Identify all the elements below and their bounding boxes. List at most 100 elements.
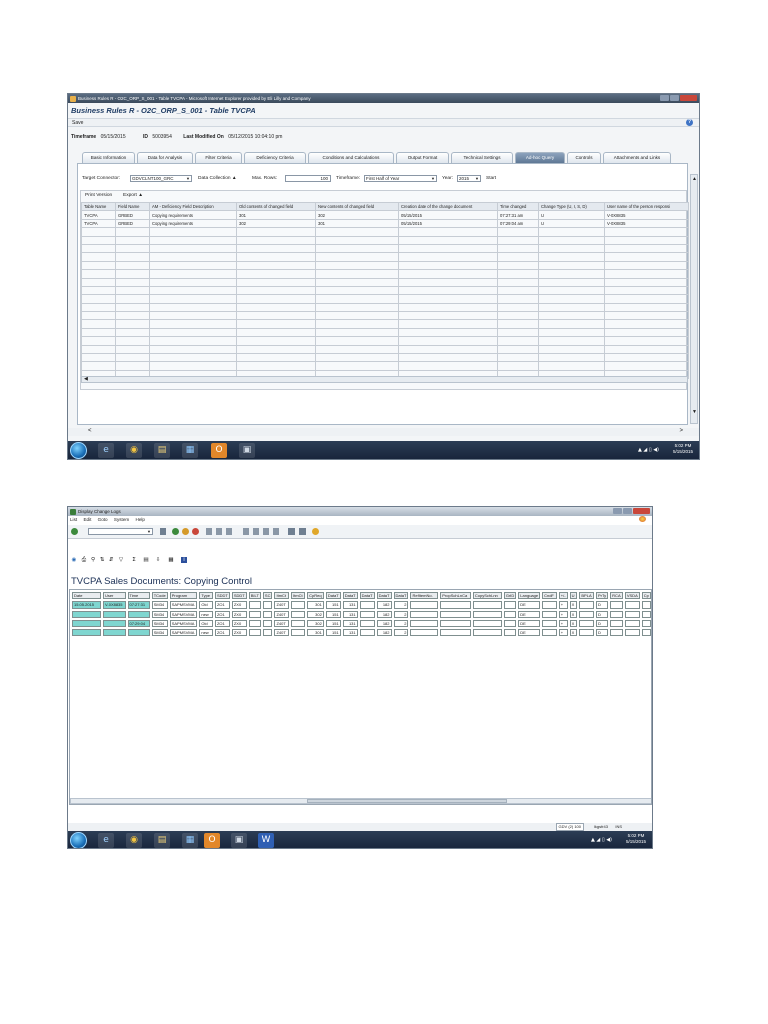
back-icon[interactable] [172, 528, 179, 535]
prev-page-icon[interactable] [253, 528, 259, 535]
horizontal-scrollbar[interactable] [70, 798, 651, 804]
close-button[interactable] [633, 508, 650, 514]
next-page-icon[interactable] [263, 528, 269, 535]
scroll-thumb[interactable] [307, 799, 507, 803]
find-icon[interactable]: ⚲ [90, 557, 96, 563]
max-rows-input[interactable]: 100 [285, 175, 331, 182]
column-header[interactable]: U [569, 592, 578, 600]
column-header[interactable]: DataT [359, 592, 375, 600]
tab-data-for-analysis[interactable]: Data for Analysis [137, 152, 193, 163]
export-menu[interactable]: Export ▲ [123, 193, 143, 198]
table-row[interactable] [81, 336, 689, 346]
outlook-taskbar-icon[interactable]: O [204, 833, 220, 848]
help-icon[interactable] [312, 528, 319, 535]
find-icon[interactable] [216, 528, 222, 535]
table-row[interactable] [81, 344, 689, 355]
table-row[interactable] [81, 260, 689, 271]
column-header[interactable]: DataT [376, 592, 392, 600]
column-header[interactable]: BPLA [579, 592, 594, 600]
column-header[interactable]: RCA [610, 592, 623, 600]
table-row[interactable] [81, 269, 689, 279]
save-button[interactable]: Save [72, 120, 83, 126]
table-row[interactable]: 07:29:04 SM34 SAPMSVMA Old ZO1 ZX0 Z40T 302 151 1… [72, 619, 651, 628]
taskbar-clock[interactable]: 5:02 PM 5/15/2015 [673, 443, 693, 455]
column-header[interactable]: Table Name [81, 201, 116, 212]
horizontal-scrollbar[interactable]: ◀ [81, 376, 688, 383]
word-taskbar-icon[interactable]: W [258, 833, 274, 848]
tab-ad-hoc-query[interactable]: Ad-hoc Query [515, 152, 565, 163]
scroll-down-icon[interactable]: ▼ [692, 409, 697, 415]
column-header[interactable]: ItmCt [291, 592, 306, 600]
help-icon[interactable]: ? [686, 119, 693, 126]
column-header[interactable]: Field Name [115, 201, 150, 212]
save-icon[interactable] [160, 528, 166, 535]
tab-controls[interactable]: Controls [567, 152, 601, 163]
column-header[interactable]: RefItemNo. [410, 592, 439, 600]
column-header[interactable]: Time changed [497, 201, 539, 212]
table-row[interactable] [81, 361, 689, 371]
column-header[interactable]: DataT [325, 592, 341, 600]
column-header[interactable]: CopySchLnn [472, 592, 502, 600]
table-row[interactable] [81, 353, 689, 363]
table-row[interactable] [81, 252, 689, 262]
column-header[interactable]: BILT [248, 592, 261, 600]
column-header[interactable]: User name of the person responsi [604, 201, 689, 212]
folder-taskbar-icon[interactable]: ▤ [154, 443, 170, 458]
column-header[interactable]: TCode [151, 592, 168, 600]
shortcut-icon[interactable] [299, 528, 306, 535]
tab-output-format[interactable]: Output Format [396, 152, 449, 163]
print-icon[interactable] [206, 528, 212, 535]
start-button[interactable]: Start [486, 176, 496, 181]
column-header[interactable]: Creation date of the change document [398, 201, 498, 212]
column-header[interactable]: Old contents of changed field [236, 201, 316, 212]
command-field[interactable]: ▼ [88, 528, 153, 535]
data-collection-link[interactable]: Data Collection ▲ [198, 176, 237, 181]
column-header[interactable]: AM - Deficiency Field Description [149, 201, 237, 212]
views-icon[interactable]: ▤ [143, 557, 149, 563]
column-header[interactable]: CndF [542, 592, 557, 600]
chevron-right-icon[interactable]: > [679, 428, 683, 434]
start-orb[interactable] [70, 442, 87, 459]
chrome-taskbar-icon[interactable]: ◉ [126, 443, 142, 458]
scroll-up-icon[interactable]: ▲ [692, 176, 697, 182]
start-orb[interactable] [70, 832, 87, 848]
table-row[interactable] [81, 319, 689, 329]
enter-icon[interactable] [71, 528, 78, 535]
outlook-taskbar-icon[interactable]: O [211, 443, 227, 458]
column-header[interactable]: VSDA [624, 592, 640, 600]
layout-icon[interactable]: ▦ [168, 557, 174, 563]
table-row[interactable] [81, 302, 689, 313]
window-hscroll[interactable]: < > [68, 428, 699, 436]
find-next-icon[interactable] [226, 528, 232, 535]
print-version-button[interactable]: Print Version [85, 193, 112, 198]
tab-deficiency-criteria[interactable]: Deficiency Criteria [244, 152, 306, 163]
minimize-button[interactable] [613, 508, 622, 514]
vertical-scrollbar[interactable]: ▲ ▼ [690, 174, 698, 424]
system-info[interactable]: GDV (2) 100 [555, 823, 584, 831]
export-icon[interactable]: ⇩ [155, 557, 161, 563]
tab-attachments-links[interactable]: Attachments and Links [603, 152, 671, 163]
menu-list[interactable]: List [70, 517, 77, 522]
column-header[interactable]: +/- [558, 592, 568, 600]
table-row[interactable] [81, 235, 689, 245]
column-header[interactable]: PropSchLnCa [440, 592, 471, 600]
folder-taskbar-icon[interactable]: ▤ [154, 833, 170, 848]
column-header[interactable]: Date [72, 592, 101, 600]
chrome-taskbar-icon[interactable]: ◉ [126, 833, 142, 848]
year-select[interactable]: 2015 ▼ [457, 175, 481, 182]
column-header[interactable]: Time [127, 592, 150, 600]
table-row[interactable] [81, 227, 689, 237]
column-header[interactable]: New contents of changed field [315, 201, 399, 212]
sap-gui-taskbar-icon[interactable]: ▣ [239, 443, 255, 458]
column-header[interactable]: SDDT [231, 592, 247, 600]
table-row[interactable] [81, 327, 689, 338]
menu-system[interactable]: System [114, 517, 129, 522]
chevron-left-icon[interactable]: < [88, 428, 92, 434]
sap-logon-taskbar-icon[interactable]: ▦ [182, 833, 198, 848]
taskbar-clock[interactable]: 5:02 PM 5/15/2015 [626, 833, 646, 845]
column-header[interactable]: GrID [503, 592, 517, 600]
column-header[interactable]: Program [169, 592, 198, 600]
info-icon[interactable]: i [181, 557, 187, 563]
print-icon[interactable]: ⎙ [81, 557, 87, 563]
column-header[interactable]: Cp [641, 592, 651, 600]
